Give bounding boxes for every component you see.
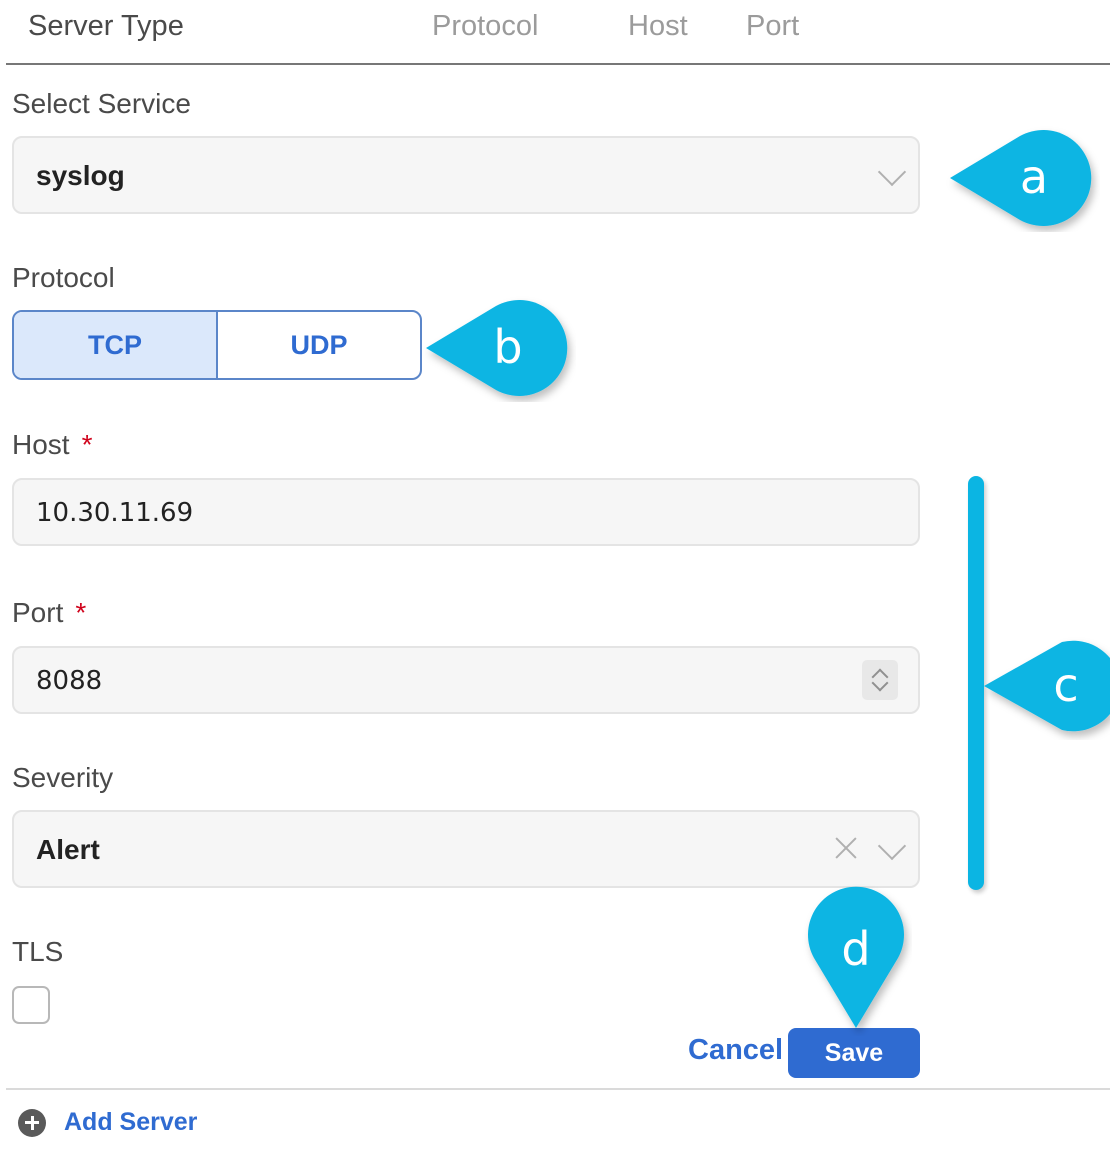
severity-select-value: Alert xyxy=(36,834,100,865)
host-input-value: 10.30.11.69 xyxy=(36,498,194,528)
footer-divider xyxy=(6,1088,1110,1090)
callout-label-d: d xyxy=(841,922,871,976)
chevron-down-icon[interactable] xyxy=(877,157,907,187)
protocol-option-udp[interactable]: UDP xyxy=(218,312,420,378)
port-stepper[interactable] xyxy=(862,660,898,700)
required-mark: * xyxy=(81,429,93,460)
service-select-value: syslog xyxy=(36,160,125,191)
callout-c xyxy=(984,640,1110,732)
host-input[interactable]: 10.30.11.69 xyxy=(12,478,920,546)
chevron-down-icon[interactable] xyxy=(877,831,907,861)
severity-select[interactable]: Alert xyxy=(12,810,920,888)
port-input-value: 8088 xyxy=(36,666,103,696)
callout-label-c: c xyxy=(1053,658,1079,712)
column-header-host[interactable]: Host xyxy=(628,6,688,46)
column-header-protocol[interactable]: Protocol xyxy=(432,6,538,46)
header-divider xyxy=(6,63,1110,65)
port-label: Port * xyxy=(12,595,86,631)
required-mark: * xyxy=(75,597,87,628)
service-select[interactable]: syslog xyxy=(12,136,920,214)
callout-label-b: b xyxy=(493,320,523,374)
plus-circle-icon xyxy=(18,1108,46,1137)
protocol-label: Protocol xyxy=(12,262,115,293)
severity-label: Severity xyxy=(12,762,114,793)
tls-checkbox[interactable] xyxy=(12,986,50,1024)
protocol-option-tcp[interactable]: TCP xyxy=(14,312,218,378)
host-label: Host * xyxy=(12,427,92,463)
select-service-label: Select Service xyxy=(12,88,191,119)
host-label-text: Host xyxy=(12,429,70,460)
column-header-server-type[interactable]: Server Type xyxy=(28,6,184,46)
add-server-label: Add Server xyxy=(64,1108,198,1136)
port-input[interactable]: 8088 xyxy=(12,646,920,714)
tls-label: TLS xyxy=(12,936,64,967)
callout-label-a: a xyxy=(1019,150,1049,204)
column-header-port[interactable]: Port xyxy=(746,6,799,46)
clear-icon[interactable] xyxy=(832,834,860,862)
add-server-button[interactable]: Add Server xyxy=(18,1108,197,1137)
port-label-text: Port xyxy=(12,597,64,628)
cancel-button[interactable]: Cancel xyxy=(688,1034,783,1067)
protocol-toggle[interactable]: TCP UDP xyxy=(12,310,422,380)
